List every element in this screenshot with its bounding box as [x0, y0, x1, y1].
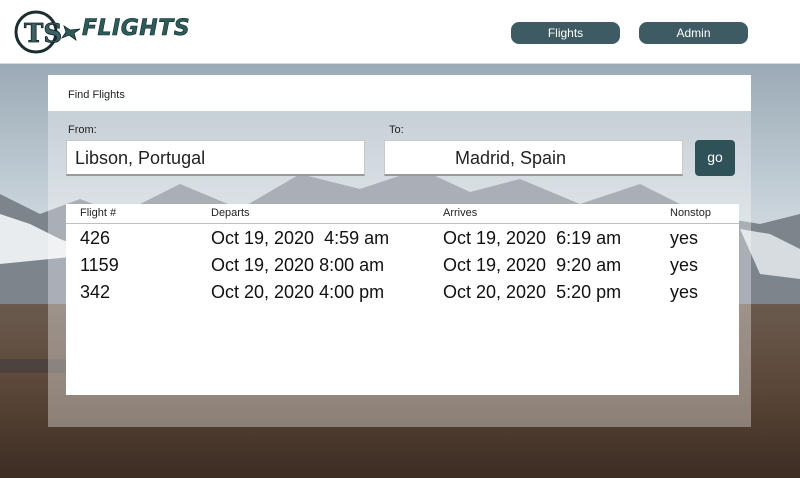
- panel-title: Find Flights: [68, 89, 125, 101]
- row-1-flight-number[interactable]: 1159: [80, 255, 119, 276]
- results-header-row: [66, 204, 739, 224]
- logo-letters: TS: [24, 19, 62, 49]
- col-header-flight-number: Flight #: [80, 207, 117, 219]
- results-table: [66, 204, 739, 395]
- row-0-departs[interactable]: Oct 19, 2020 4:59 am: [211, 228, 389, 249]
- nav-admin-button[interactable]: Admin: [639, 22, 748, 44]
- row-2-nonstop[interactable]: yes: [670, 282, 698, 303]
- search-panel-header: [48, 75, 751, 111]
- row-0-arrives[interactable]: Oct 19, 2020 6:19 am: [443, 228, 621, 249]
- col-header-arrives: Arrives: [443, 207, 478, 219]
- top-bar: TS FLIGHTS Flights Admin: [0, 0, 800, 64]
- from-input[interactable]: Libson, Portugal: [66, 140, 365, 176]
- nav-flights-button[interactable]: Flights: [511, 22, 620, 44]
- go-button[interactable]: go: [695, 140, 735, 176]
- from-label: From:: [68, 124, 97, 136]
- plane-icon: [60, 25, 81, 41]
- to-label: To:: [389, 124, 404, 136]
- row-1-departs[interactable]: Oct 19, 2020 8:00 am: [211, 255, 384, 276]
- row-2-departs[interactable]: Oct 20, 2020 4:00 pm: [211, 282, 384, 303]
- row-0-flight-number[interactable]: 426: [80, 228, 110, 249]
- col-header-departs: Departs: [211, 207, 250, 219]
- row-1-arrives[interactable]: Oct 19, 2020 9:20 am: [443, 255, 621, 276]
- brand-name: FLIGHTS: [82, 16, 191, 42]
- row-2-flight-number[interactable]: 342: [80, 282, 110, 303]
- row-2-arrives[interactable]: Oct 20, 2020 5:20 pm: [443, 282, 621, 303]
- row-1-nonstop[interactable]: yes: [670, 255, 698, 276]
- row-0-nonstop[interactable]: yes: [670, 228, 698, 249]
- col-header-nonstop: Nonstop: [670, 207, 711, 219]
- to-input[interactable]: Madrid, Spain: [384, 140, 683, 176]
